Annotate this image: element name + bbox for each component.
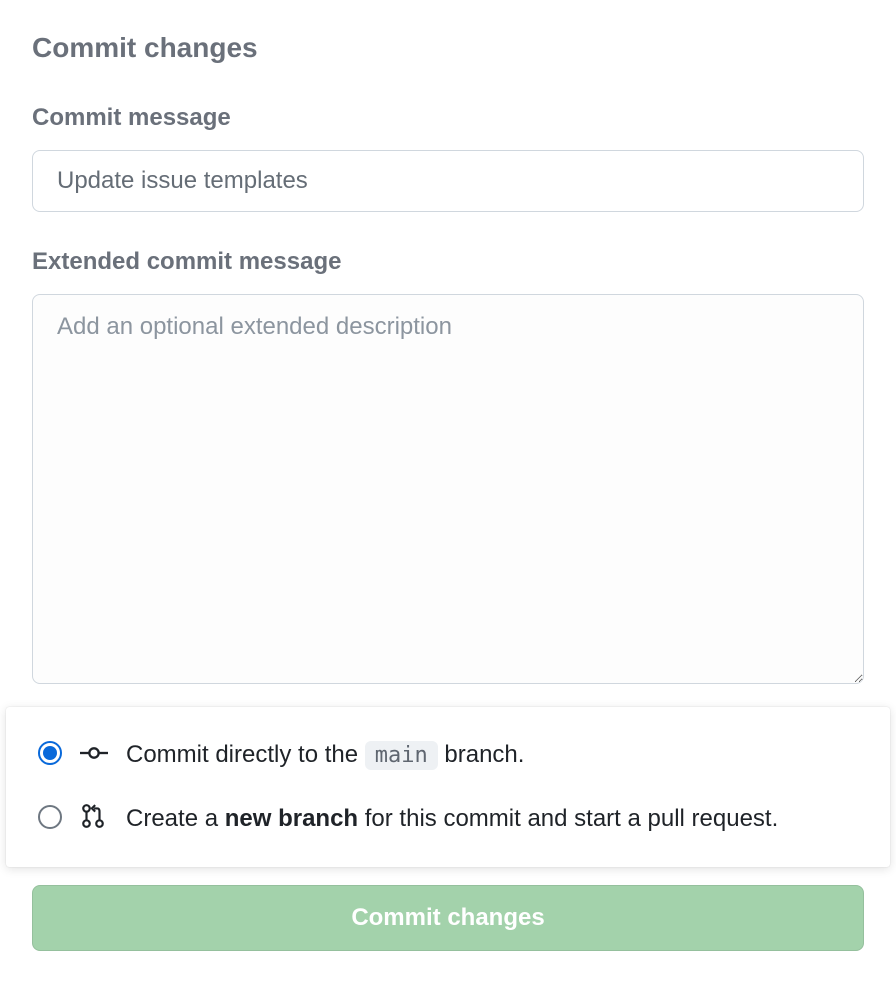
commit-message-input[interactable]: [32, 150, 864, 212]
commit-changes-button[interactable]: Commit changes: [32, 885, 864, 951]
radio-new-branch-text: Create a new branch for this commit and …: [126, 801, 778, 837]
extended-message-label: Extended commit message: [32, 248, 864, 276]
radio-indicator-selected: [38, 741, 62, 765]
radio-commit-direct[interactable]: Commit directly to the main branch.: [38, 729, 858, 781]
commit-message-label: Commit message: [32, 104, 864, 132]
radio-indicator-unselected: [38, 805, 62, 829]
git-commit-icon: [80, 739, 108, 767]
git-pull-request-icon: [80, 803, 108, 831]
radio-new-branch[interactable]: Create a new branch for this commit and …: [38, 793, 858, 845]
commit-target-panel: Commit directly to the main branch. Crea…: [6, 707, 890, 867]
page-title: Commit changes: [32, 32, 864, 64]
extended-message-textarea[interactable]: [32, 294, 864, 684]
branch-chip: main: [365, 741, 438, 770]
radio-direct-text: Commit directly to the main branch.: [126, 737, 524, 773]
